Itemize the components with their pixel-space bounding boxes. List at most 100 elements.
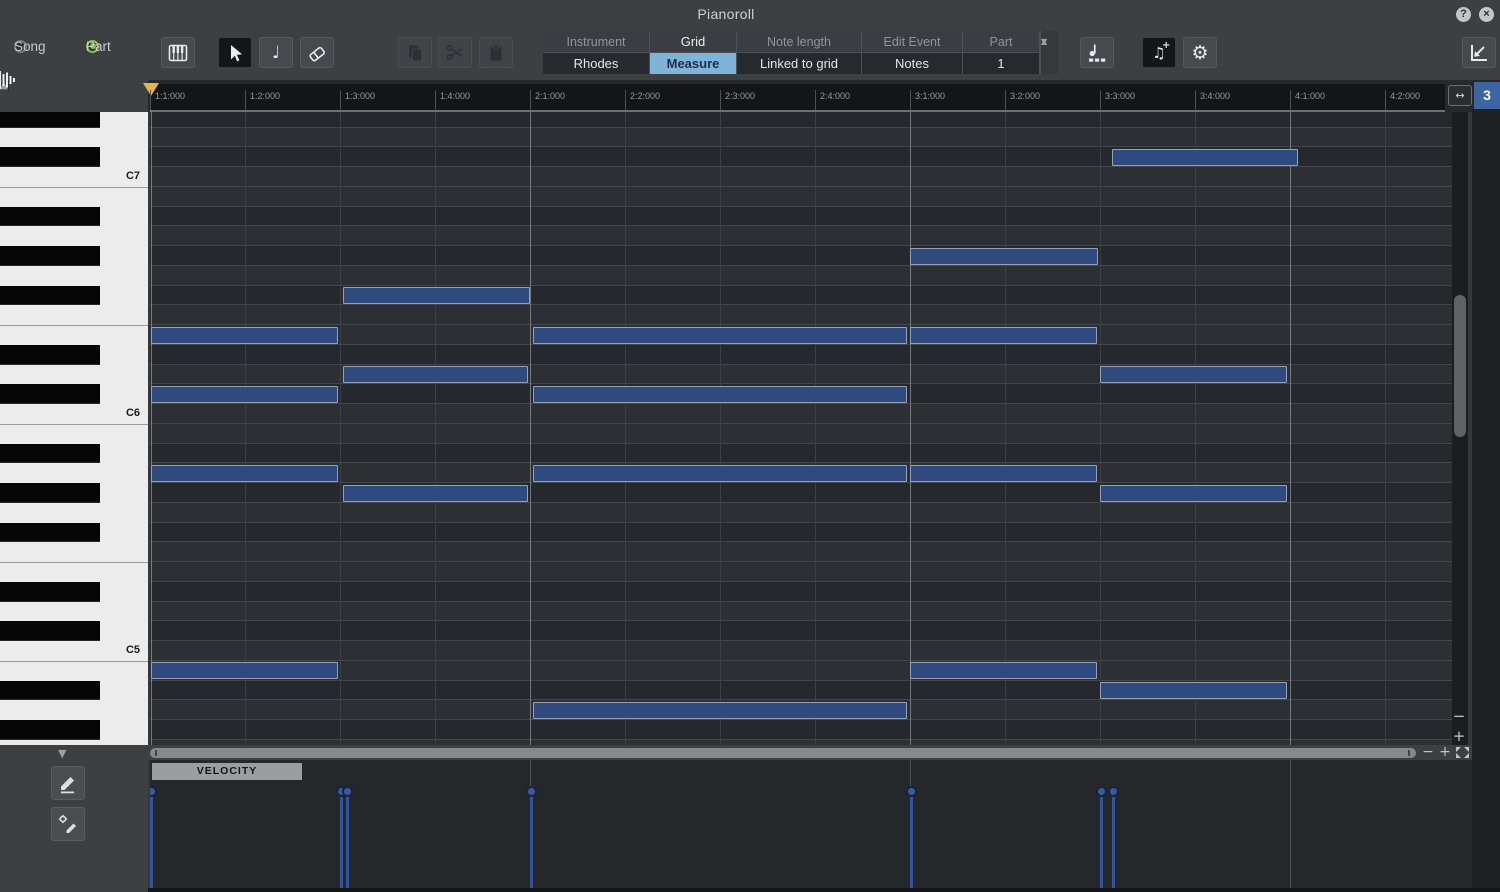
copy-button[interactable] <box>398 37 432 68</box>
velocity-point-handle[interactable] <box>525 786 537 797</box>
midi-note-C#7-3:3[interactable] <box>1112 148 1298 166</box>
panel-value-note-length[interactable]: Linked to grid <box>737 53 861 74</box>
midi-note-C#6-1:1[interactable] <box>151 385 338 403</box>
midi-note-G#5-3:3[interactable] <box>1100 484 1287 502</box>
select-tool-button[interactable] <box>218 37 252 68</box>
ruler-tick <box>340 90 341 110</box>
help-icon[interactable]: ? <box>1456 7 1471 22</box>
vertical-zoom-in-button[interactable]: + <box>1449 727 1469 745</box>
grid-row-D7 <box>150 127 1452 148</box>
show-keyboard-button[interactable] <box>161 37 195 68</box>
close-icon[interactable]: × <box>1479 7 1494 22</box>
timeline-ruler[interactable]: 1:1:000 1:2:000 1:3:000 1:4:000 2:1:000 2:2:0… <box>143 83 1445 112</box>
black-key-C#7[interactable] <box>0 147 100 167</box>
midi-note-E6-2:1[interactable] <box>533 326 907 344</box>
black-key-C#5[interactable] <box>0 621 100 641</box>
midi-note-D6-3:3[interactable] <box>1100 366 1287 383</box>
velocity-lane[interactable]: VELOCITY <box>150 760 1472 888</box>
velocity-stem[interactable] <box>1099 791 1103 888</box>
horizontal-zoom-out-button[interactable]: − <box>1420 745 1436 760</box>
spinner-down-icon[interactable]: ▼ <box>1041 31 1047 52</box>
black-key-G#4[interactable] <box>0 720 100 740</box>
beat-line <box>340 112 341 745</box>
fit-width-button[interactable]: ↔ <box>1448 85 1472 106</box>
midi-note-C#6-2:1[interactable] <box>533 385 907 403</box>
velocity-draw-button[interactable] <box>51 766 85 800</box>
midi-note-A5-3:1[interactable] <box>910 464 1097 482</box>
midi-note-A#4-3:3[interactable] <box>1100 682 1287 699</box>
scroll-grip-left[interactable] <box>155 750 157 756</box>
velocity-point-handle[interactable] <box>1107 786 1119 797</box>
key-divider <box>0 186 148 188</box>
velocity-point-handle[interactable] <box>1095 786 1107 797</box>
horizontal-zoom-in-button[interactable]: + <box>1437 745 1453 760</box>
piano-keyboard[interactable]: C7 C6 C5 <box>0 112 148 745</box>
velocity-stem[interactable] <box>909 791 913 888</box>
black-key-A#4[interactable] <box>0 680 100 701</box>
scroll-down-button[interactable]: ▼ <box>58 747 66 760</box>
ruler-label: 2:4:000 <box>820 91 851 101</box>
note-grid[interactable] <box>150 112 1452 745</box>
midi-note-G#5-1:3[interactable] <box>343 484 528 502</box>
scissors-icon <box>446 44 462 60</box>
grid-row-G#6 <box>150 246 1452 266</box>
velocity-stem[interactable] <box>150 791 153 888</box>
grid-row-B5 <box>150 423 1452 444</box>
beat-line <box>1100 112 1101 745</box>
vertical-zoom-out-button[interactable]: − <box>1449 707 1469 725</box>
velocity-stem[interactable] <box>1111 791 1115 888</box>
black-key-F#6[interactable] <box>0 285 100 306</box>
midi-note-E6-1:1[interactable] <box>151 326 338 344</box>
paste-button[interactable] <box>479 37 513 68</box>
midi-note-E6-3:1[interactable] <box>910 326 1097 344</box>
midi-note-B4-3:1[interactable] <box>910 662 1097 680</box>
velocity-point-handle[interactable] <box>150 786 157 797</box>
panel-value-instrument[interactable]: Rhodes <box>543 53 649 74</box>
settings-button[interactable]: ⚙ <box>1183 37 1217 68</box>
velocity-point-handle[interactable] <box>905 786 917 797</box>
velocity-options-button[interactable] <box>51 807 85 841</box>
quantize-button[interactable] <box>1080 37 1114 68</box>
midi-note-A5-1:1[interactable] <box>151 464 338 482</box>
eraser-tool-button[interactable] <box>300 37 334 68</box>
cut-button[interactable] <box>438 37 472 68</box>
midi-note-G#6-3:1[interactable] <box>910 247 1098 265</box>
velocity-stem[interactable] <box>529 791 533 888</box>
black-key-A#5[interactable] <box>0 443 100 464</box>
black-key-D#6[interactable] <box>0 344 100 365</box>
ruler-label: 3:1:000 <box>915 91 946 101</box>
grid-row-B6 <box>150 186 1452 207</box>
velocity-stem[interactable] <box>339 791 343 888</box>
black-key-D#7[interactable] <box>0 112 100 128</box>
part-count-badge[interactable]: 3 <box>1474 82 1500 109</box>
draw-note-tool-button[interactable]: ♩ <box>259 37 293 68</box>
add-note-mode-button[interactable]: ♫ + <box>1142 37 1176 68</box>
black-key-C#6[interactable] <box>0 384 100 404</box>
midi-note-B4-1:1[interactable] <box>151 662 338 680</box>
fit-all-button[interactable] <box>1454 745 1471 760</box>
show-controller-lane-button[interactable] <box>1462 37 1496 68</box>
panel-value-grid[interactable]: Measure <box>650 53 736 74</box>
panel-value-part[interactable]: 1 <box>963 53 1039 74</box>
midi-note-D6-1:3[interactable] <box>343 366 528 383</box>
panel-value-edit-event[interactable]: Notes <box>862 53 962 74</box>
black-key-G#5[interactable] <box>0 483 100 503</box>
black-key-G#6[interactable] <box>0 246 100 266</box>
black-key-F#5[interactable] <box>0 522 100 543</box>
ruler-label: 1:1:000 <box>155 91 186 101</box>
black-key-A#6[interactable] <box>0 206 100 227</box>
ruler-label: 2:1:000 <box>535 91 566 101</box>
midi-note-A4-2:1[interactable] <box>533 701 907 719</box>
velocity-point-handle[interactable] <box>341 786 353 797</box>
velocity-label: VELOCITY <box>152 763 302 780</box>
horizontal-scrollbar-thumb[interactable] <box>150 748 1416 758</box>
vertical-scrollbar-thumb[interactable] <box>1454 295 1466 437</box>
grid-row-B4 <box>150 660 1452 681</box>
midi-note-A5-2:1[interactable] <box>533 464 907 482</box>
panel-header-instrument: Instrument <box>543 31 649 52</box>
vertical-scrollbar[interactable] <box>1452 112 1468 745</box>
midi-note-F#6-1:3[interactable] <box>343 287 530 304</box>
black-key-D#5[interactable] <box>0 581 100 602</box>
scroll-grip-right[interactable] <box>1408 750 1410 756</box>
velocity-stem[interactable] <box>345 791 349 888</box>
